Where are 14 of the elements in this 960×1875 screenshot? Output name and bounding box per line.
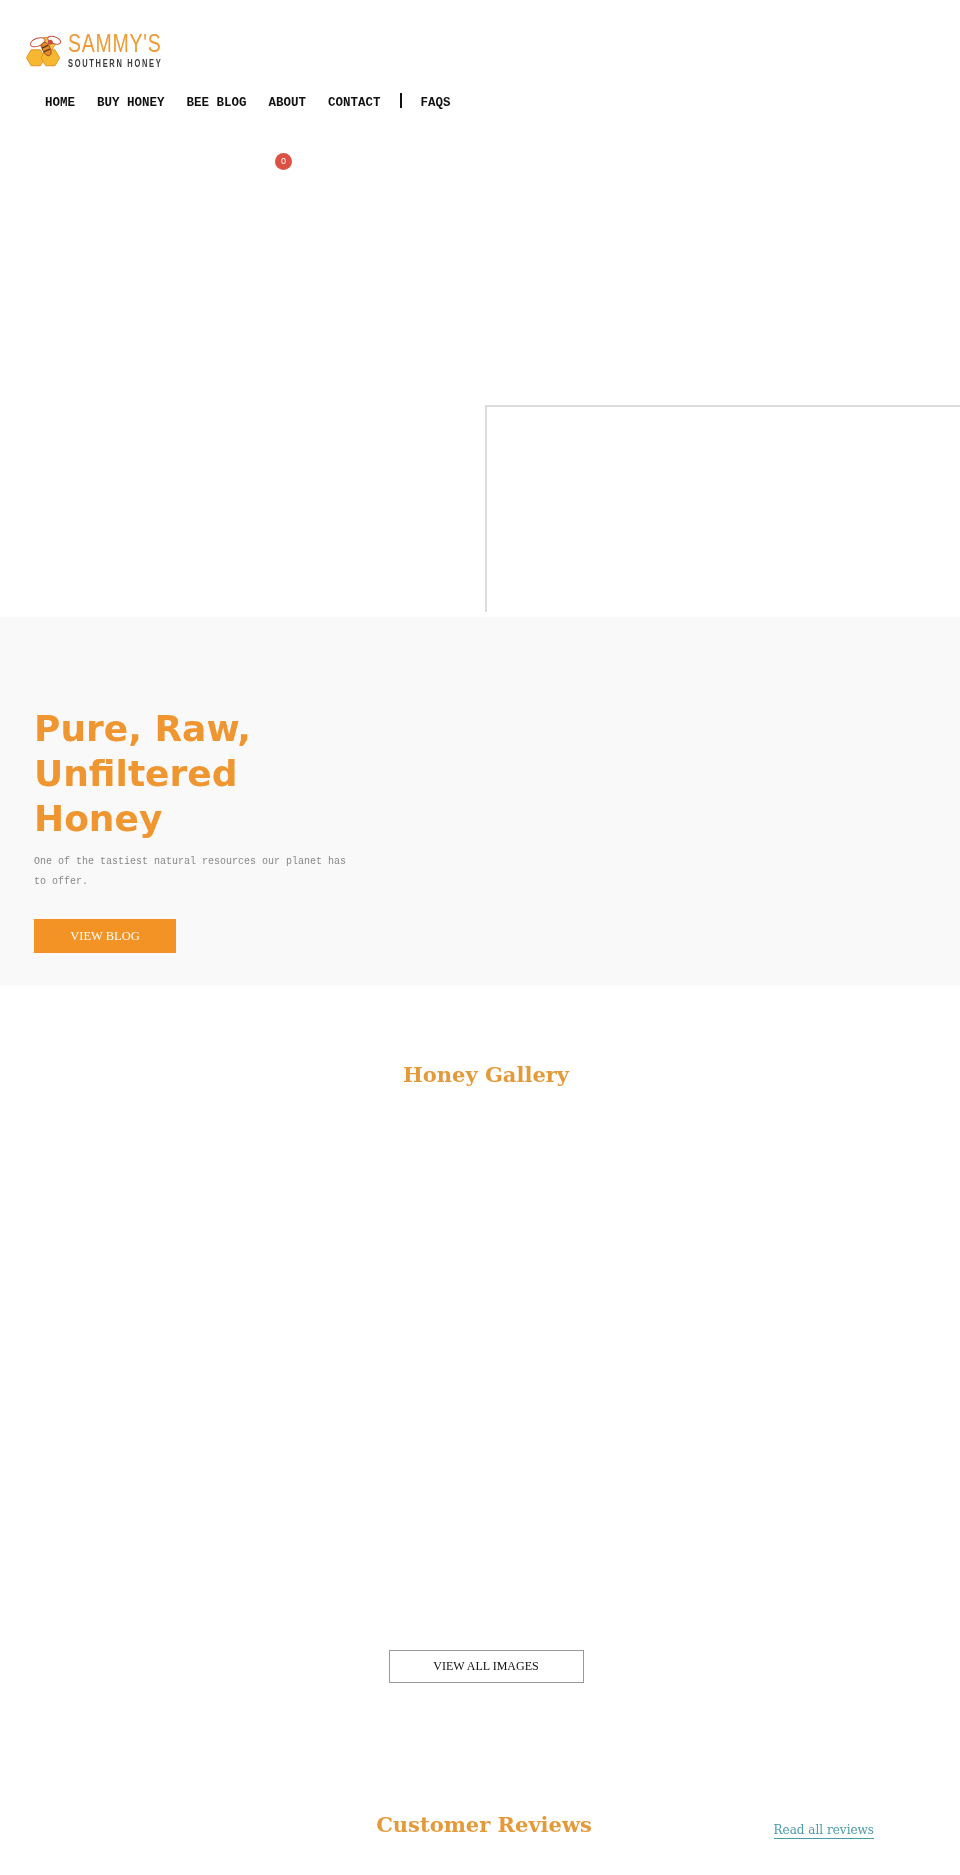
logo-tagline: SOUTHERN HONEY [68,58,163,69]
nav-link[interactable]: HOME [45,95,75,111]
hero-description: One of the tastiest natural resources our planet has to offer. [34,855,348,889]
view-all-images-button[interactable]: VIEW ALL IMAGES [388,1650,584,1683]
nav-link[interactable]: BEE BLOG [186,95,247,111]
cart-count-badge: 0 [275,153,292,170]
section-heading: Customer Reviews [376,1812,592,1838]
hero-heading: Pure, Raw, Unfiltered Honey [34,707,253,841]
nav-link[interactable]: FAQS [420,95,451,111]
nav-link[interactable]: CONTACT [328,95,381,111]
section-heading: Honey Gallery [402,1062,570,1088]
logo-name: SAMMY'S [68,32,162,54]
nav-link[interactable]: BUY HONEY [97,95,165,111]
nav-link[interactable]: ABOUT [268,95,307,111]
